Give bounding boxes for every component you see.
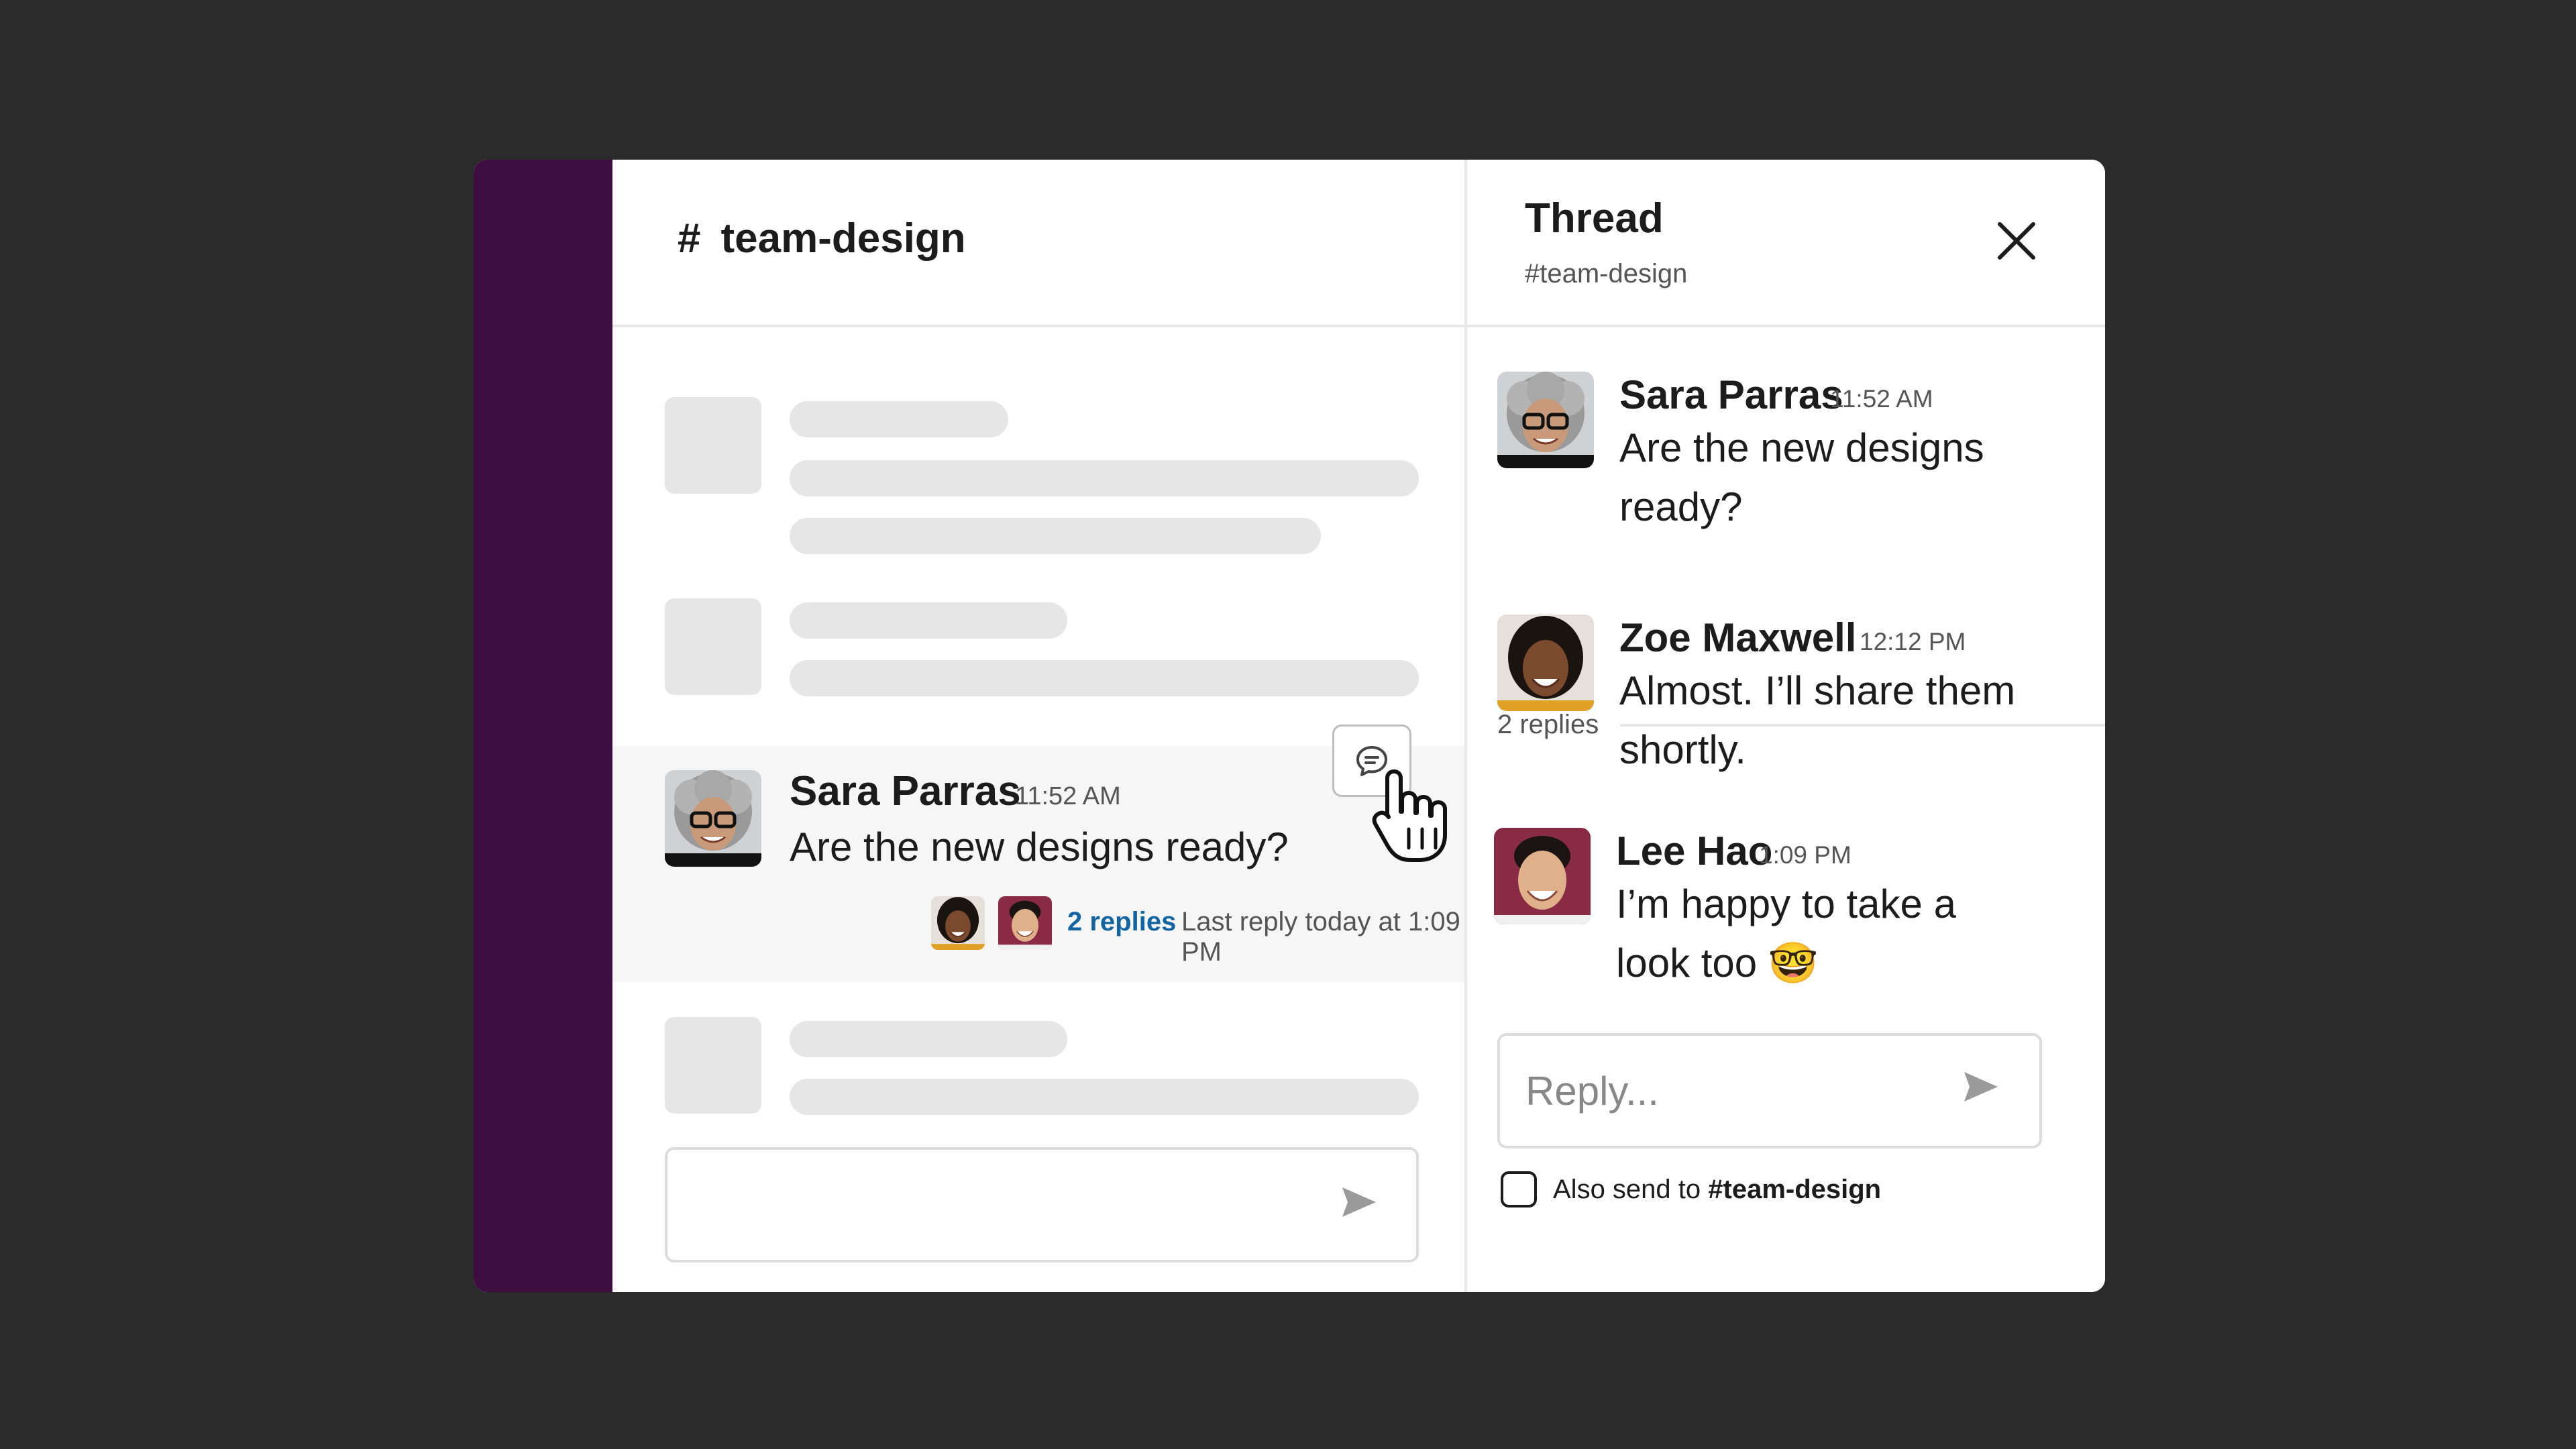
thread-header: Thread #team-design [1467,160,2105,327]
replies-count: 2 replies [1497,710,1599,739]
send-icon[interactable] [1341,1186,1377,1218]
skeleton-line [790,660,1419,696]
skeleton-line [790,1079,1419,1115]
message-author[interactable]: Zoe Maxwell [1619,614,1856,661]
skeleton-line [790,1021,1067,1057]
close-icon[interactable] [1992,216,2041,266]
reply-avatars[interactable] [931,896,1052,950]
app-window: # team-design Sara Parras 11:52 AM Are t… [474,160,2105,1292]
channel-header: # team-design [612,160,1464,327]
skeleton-line [790,460,1419,496]
skeleton-avatar [665,1017,761,1114]
last-reply-text: Last reply today at 1:09 PM [1181,907,1460,967]
avatar[interactable] [1494,828,1591,924]
skeleton-avatar [665,397,761,494]
reply-input[interactable]: Reply... [1497,1033,2042,1148]
channel-title[interactable]: # team-design [678,215,966,262]
message-author[interactable]: Sara Parras [790,767,1021,815]
avatar [998,896,1052,950]
message-time[interactable]: 11:52 AM [1015,782,1121,811]
message-author[interactable]: Lee Hao [1616,828,1772,874]
message-text: Almost. I’ll share them shortly. [1619,668,2016,772]
also-send-label: Also send to #team-design [1553,1175,1881,1205]
also-send-checkbox[interactable] [1501,1171,1537,1208]
workspace-sidebar [474,160,612,1292]
pointer-cursor-icon [1372,769,1447,862]
message-input[interactable] [665,1147,1419,1263]
message-time[interactable]: 12:12 PM [1860,628,1966,656]
avatar [931,896,985,950]
thread-pane: Thread #team-design Sara Parras 11:52 AM… [1464,160,2105,1292]
send-icon[interactable] [1963,1071,1999,1103]
replies-link[interactable]: 2 replies [1067,907,1176,937]
message-time[interactable]: 11:52 AM [1830,385,1933,413]
message-time[interactable]: 1:09 PM [1759,841,1851,869]
skeleton-line [790,518,1321,554]
avatar[interactable] [1497,372,1594,468]
thread-channel[interactable]: #team-design [1525,259,1687,289]
message-text: I’m happy to take a look too 🤓 [1616,881,1956,985]
also-send-option[interactable]: Also send to #team-design [1501,1171,1881,1208]
thread-title: Thread [1525,195,1664,241]
message-text: Are the new designs ready? [790,824,1289,869]
avatar[interactable] [665,770,761,867]
skeleton-avatar [665,598,761,695]
channel-hash-icon: # [678,215,701,262]
reply-placeholder: Reply... [1525,1069,1659,1114]
also-send-channel: #team-design [1708,1174,1882,1204]
avatar[interactable] [1497,614,1594,711]
message-text: Are the new designs ready? [1619,425,1984,529]
channel-name: team-design [720,215,966,262]
skeleton-line [790,602,1067,639]
message-author[interactable]: Sara Parras [1619,372,1843,418]
also-send-prefix: Also send to [1553,1174,1701,1204]
skeleton-line [790,401,1008,437]
